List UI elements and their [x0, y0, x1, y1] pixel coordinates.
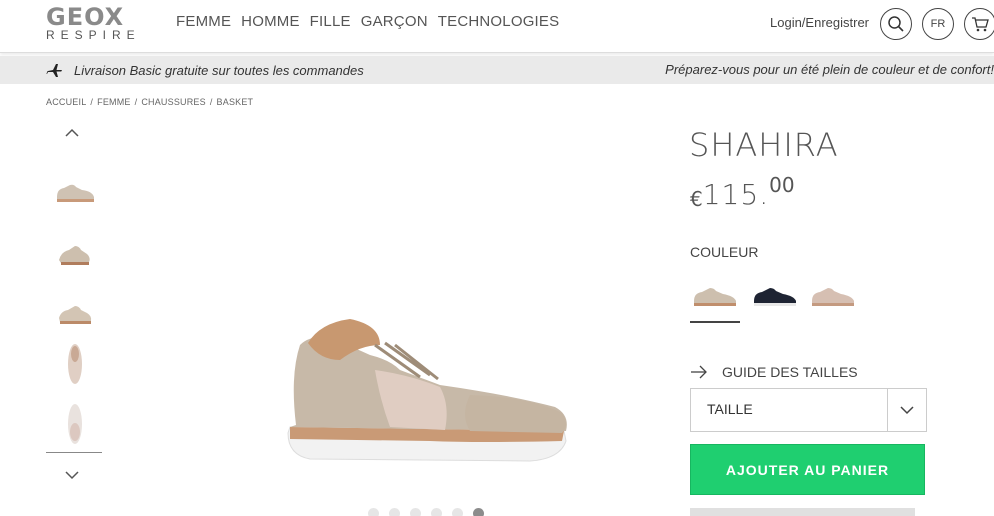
- shoe-swatch-rose: [812, 288, 854, 306]
- carousel-dot[interactable]: [452, 508, 463, 516]
- chevron-down-icon[interactable]: [64, 470, 80, 480]
- carousel-dot[interactable]: [431, 508, 442, 516]
- color-swatch-beige-rose[interactable]: [690, 280, 740, 314]
- size-select-value: TAILLE: [707, 401, 753, 417]
- product-price: € 115 . 00: [690, 173, 795, 211]
- main-nav: FEMME HOMME FILLE GARÇON TECHNOLOGIES: [176, 13, 559, 30]
- thumbnail-5[interactable]: [52, 402, 98, 446]
- shoe-swatch-beige: [694, 288, 736, 306]
- selected-swatch-underline: [690, 321, 740, 323]
- shoe-top-thumbnail: [68, 344, 82, 384]
- nav-homme[interactable]: HOMME: [241, 13, 300, 30]
- promo-bar: Livraison Basic gratuite sur toutes les …: [0, 56, 994, 84]
- color-swatch-navy[interactable]: [750, 280, 800, 314]
- product-name: SHAHIRA: [689, 126, 839, 164]
- login-link[interactable]: Login/Enregistrer: [770, 15, 869, 30]
- thumbnail-scroll-divider: [46, 452, 102, 453]
- cart-button[interactable]: [964, 8, 994, 40]
- nav-technologies[interactable]: TECHNOLOGIES: [438, 13, 560, 30]
- shoe-back-thumbnail: [59, 306, 92, 324]
- add-to-cart-button[interactable]: AJOUTER AU PANIER: [690, 444, 925, 495]
- color-swatch-rose-gold[interactable]: [808, 280, 858, 314]
- size-select-toggle[interactable]: [887, 389, 926, 431]
- price-decimal: 00: [769, 173, 795, 197]
- main-product-image[interactable]: [280, 315, 572, 465]
- size-guide-link[interactable]: GUIDE DES TAILLES: [690, 364, 858, 380]
- price-integer: 115: [702, 178, 760, 211]
- promo-left: Livraison Basic gratuite sur toutes les …: [46, 62, 364, 78]
- nav-fille[interactable]: FILLE: [310, 13, 351, 30]
- shoe-swatch-navy: [754, 288, 796, 306]
- carousel-dot[interactable]: [410, 508, 421, 516]
- promo-right-text: Préparez-vous pour un été plein de coule…: [665, 62, 994, 77]
- carousel-dot[interactable]: [389, 508, 400, 516]
- shoe-sole-thumbnail: [68, 404, 82, 444]
- secondary-button-partial[interactable]: [690, 508, 915, 516]
- language-label: FR: [930, 18, 946, 30]
- shoe-angle-thumbnail: [59, 246, 90, 265]
- site-header: GEOX RESPIRE FEMME HOMME FILLE GARÇON TE…: [0, 0, 994, 53]
- promo-left-text: Livraison Basic gratuite sur toutes les …: [74, 62, 364, 78]
- thumbnail-1[interactable]: [52, 170, 98, 214]
- color-label: COULEUR: [690, 244, 759, 260]
- geox-logo[interactable]: GEOX RESPIRE: [46, 3, 160, 42]
- breadcrumb-separator: /: [134, 97, 138, 107]
- chevron-up-icon[interactable]: [64, 128, 80, 138]
- size-guide-label: GUIDE DES TAILLES: [722, 364, 858, 380]
- price-currency: €: [690, 187, 703, 211]
- breadcrumb-basket: BASKET: [216, 97, 254, 107]
- carousel-dot-active[interactable]: [473, 508, 484, 516]
- price-separator: .: [759, 178, 770, 211]
- language-button[interactable]: FR: [922, 8, 954, 40]
- carousel-dots: [368, 508, 484, 516]
- nav-femme[interactable]: FEMME: [176, 13, 231, 30]
- search-button[interactable]: [880, 8, 912, 40]
- breadcrumb-separator: /: [209, 97, 213, 107]
- cart-icon: [972, 17, 989, 32]
- breadcrumb-chaussures[interactable]: CHAUSSURES: [141, 97, 206, 107]
- chevron-down-icon: [900, 406, 914, 415]
- logo-sub-text: RESPIRE: [46, 28, 141, 42]
- thumbnail-4[interactable]: [52, 342, 98, 386]
- thumbnail-3[interactable]: [52, 292, 98, 336]
- breadcrumb-femme[interactable]: FEMME: [97, 97, 131, 107]
- nav-garcon[interactable]: GARÇON: [361, 13, 428, 30]
- arrow-right-icon: [691, 365, 707, 379]
- logo-main-text: GEOX: [46, 3, 125, 31]
- thumbnail-2[interactable]: [52, 232, 98, 276]
- size-select[interactable]: TAILLE: [690, 388, 927, 432]
- shoe-side-thumbnail: [57, 184, 94, 202]
- breadcrumb-separator: /: [90, 97, 94, 107]
- search-icon: [888, 16, 904, 32]
- breadcrumb: ACCUEIL / FEMME / CHAUSSURES / BASKET: [46, 97, 253, 107]
- carousel-dot[interactable]: [368, 508, 379, 516]
- breadcrumb-accueil[interactable]: ACCUEIL: [46, 97, 86, 107]
- airplane-icon: [46, 64, 62, 77]
